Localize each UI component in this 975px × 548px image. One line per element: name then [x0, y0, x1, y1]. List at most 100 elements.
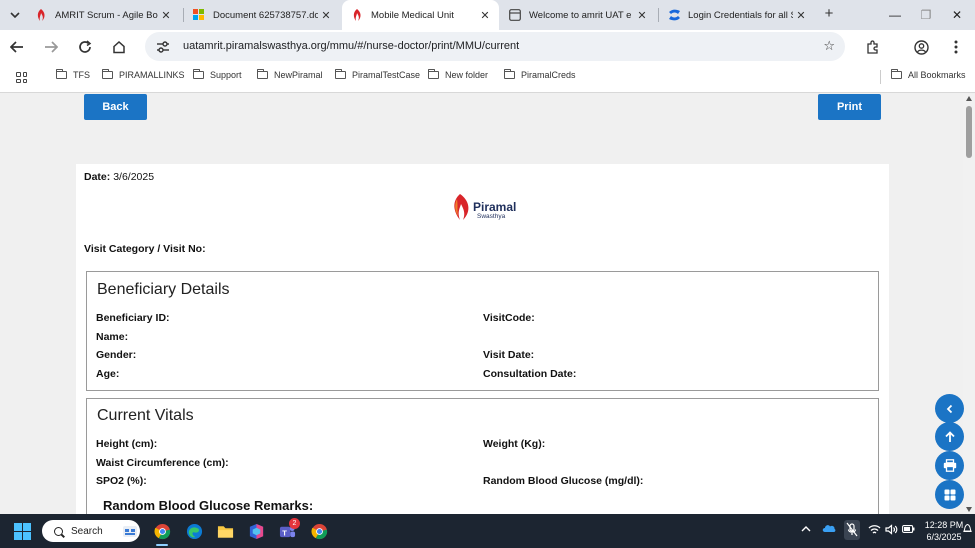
restore-button[interactable]: ❐ [911, 0, 941, 30]
consultation-date-label: Consultation Date: [483, 368, 577, 380]
browser-menu-icon[interactable] [945, 36, 967, 58]
new-tab-button[interactable]: + [820, 5, 838, 25]
print-button[interactable]: Print [818, 94, 881, 120]
scroll-top-fab-button[interactable] [935, 422, 964, 451]
webpage-icon [508, 8, 522, 22]
file-explorer-icon[interactable] [215, 521, 235, 541]
bookmarks-divider [880, 70, 881, 84]
print-fab-button[interactable] [935, 451, 964, 480]
folder-icon [891, 69, 902, 79]
all-bookmarks[interactable]: All Bookmarks [891, 69, 966, 80]
tab-label: Mobile Medical Unit [371, 9, 454, 21]
bookmark-piramalcreds[interactable]: PiramalCreds [504, 69, 576, 80]
scroll-down-arrow-icon[interactable] [966, 507, 972, 512]
bookmark-support[interactable]: Support [193, 69, 242, 80]
bookmark-piramaltestcase[interactable]: PiramalTestCase [335, 69, 421, 80]
page-viewport: Back Print Date: 3/6/2025 Piramal Swasth… [0, 94, 963, 514]
tab-label: AMRIT Scrum - Agile Boa [55, 9, 158, 21]
bookmark-label: PiramalTestCase [352, 70, 421, 80]
piramal-swasthya-logo: Piramal Swasthya [451, 192, 521, 224]
print-document: Date: 3/6/2025 Piramal Swasthya Visit Ca… [76, 164, 889, 514]
tab-close-icon[interactable]: ✕ [477, 9, 493, 22]
grid-icon [944, 489, 955, 500]
tab-welcome-amrit[interactable]: Welcome to amrit UAT e ✕ [500, 0, 656, 30]
reload-icon[interactable] [74, 36, 96, 58]
m365-icon[interactable] [246, 521, 266, 541]
back-arrow-icon[interactable] [6, 36, 28, 58]
search-label: Search [71, 525, 103, 537]
address-bar[interactable]: uatamrit.piramalswasthya.org/mmu/#/nurse… [145, 32, 845, 61]
visit-code-label: VisitCode: [483, 312, 535, 324]
close-window-button[interactable]: ✕ [942, 0, 972, 30]
bookmark-label: New folder [445, 70, 489, 80]
folder-icon [102, 69, 113, 79]
menu-grid-fab-button[interactable] [935, 480, 964, 509]
tab-document[interactable]: Document 625738757.do ✕ [184, 0, 340, 30]
browser-tab-strip: AMRIT Scrum - Agile Boa ✕ Document 62573… [0, 0, 975, 30]
gender-label: Gender: [96, 349, 137, 361]
tab-mobile-medical-unit[interactable]: Mobile Medical Unit ✕ [342, 0, 499, 30]
collapse-fab-button[interactable] [935, 394, 964, 423]
folder-icon [56, 69, 67, 79]
tab-label: Document 625738757.do [213, 9, 318, 21]
chrome-icon[interactable] [152, 521, 172, 541]
tab-search-chevron-icon[interactable] [5, 5, 25, 25]
spo2-label: SPO2 (%): [96, 475, 147, 487]
visit-category-label: Visit Category / Visit No: [84, 243, 206, 255]
profile-icon[interactable] [910, 36, 932, 58]
tab-label: Welcome to amrit UAT e [529, 9, 632, 21]
page-scrollbar[interactable] [963, 94, 975, 514]
tab-amrit-scrum[interactable]: AMRIT Scrum - Agile Boa ✕ [26, 0, 180, 30]
chrome-profile-icon[interactable] [309, 521, 329, 541]
bookmark-newpiramal[interactable]: NewPiramal [257, 69, 323, 80]
bookmark-label: PIRAMALLINKS [119, 70, 185, 80]
scroll-thumb[interactable] [966, 106, 972, 158]
tab-close-icon[interactable]: ✕ [793, 9, 809, 22]
wifi-icon[interactable] [868, 524, 881, 538]
svg-text:T: T [282, 528, 287, 537]
battery-icon[interactable] [902, 524, 915, 537]
apps-grid-icon[interactable] [16, 72, 27, 83]
tab-close-icon[interactable]: ✕ [158, 9, 174, 22]
bookmark-piramallinks[interactable]: PIRAMALLINKS [102, 69, 185, 80]
extensions-icon[interactable] [862, 36, 884, 58]
widgets-icon[interactable] [120, 521, 140, 541]
bookmark-label: Support [210, 70, 242, 80]
folder-icon [257, 69, 268, 79]
folder-icon [193, 69, 204, 79]
active-app-indicator [156, 544, 168, 546]
windows-start-icon[interactable] [14, 523, 31, 540]
arrow-up-icon [944, 430, 955, 442]
mic-muted-icon[interactable] [844, 520, 860, 540]
site-settings-icon[interactable] [155, 39, 171, 55]
back-button[interactable]: Back [84, 94, 147, 120]
weight-label: Weight (Kg): [483, 438, 546, 450]
current-vitals-title: Current Vitals [97, 407, 194, 424]
notification-bell-icon[interactable] [963, 522, 972, 537]
bookmark-label: NewPiramal [274, 70, 323, 80]
onedrive-cloud-icon[interactable] [822, 523, 836, 536]
tab-close-icon[interactable]: ✕ [634, 9, 650, 22]
visit-date-label: Visit Date: [483, 349, 535, 361]
tab-login-credentials[interactable]: Login Credentials for all S ✕ [659, 0, 815, 30]
tray-overflow-chevron-icon[interactable] [801, 524, 811, 535]
tab-close-icon[interactable]: ✕ [318, 9, 334, 22]
bookmark-new-folder[interactable]: New folder [428, 69, 489, 80]
edge-icon[interactable] [184, 521, 204, 541]
home-icon[interactable] [108, 36, 130, 58]
chevron-left-icon [946, 404, 952, 413]
piramal-flame-icon [350, 8, 364, 22]
waist-circumference-label: Waist Circumference (cm): [96, 457, 229, 469]
forward-arrow-icon[interactable] [40, 36, 62, 58]
teams-notification-badge: 2 [289, 518, 300, 529]
scroll-up-arrow-icon[interactable] [966, 96, 972, 101]
minimize-button[interactable]: — [880, 0, 910, 30]
bookmark-tfs[interactable]: TFS [56, 69, 90, 80]
bookmark-label: TFS [73, 70, 90, 80]
date-label: Date: [84, 171, 111, 183]
volume-icon[interactable] [885, 524, 898, 538]
folder-icon [428, 69, 439, 79]
bookmark-star-icon[interactable]: ☆ [823, 38, 835, 54]
rbg-remarks-title: Random Blood Glucose Remarks: [103, 498, 314, 513]
current-vitals-section: Current Vitals Height (cm): Waist Circum… [86, 398, 879, 514]
